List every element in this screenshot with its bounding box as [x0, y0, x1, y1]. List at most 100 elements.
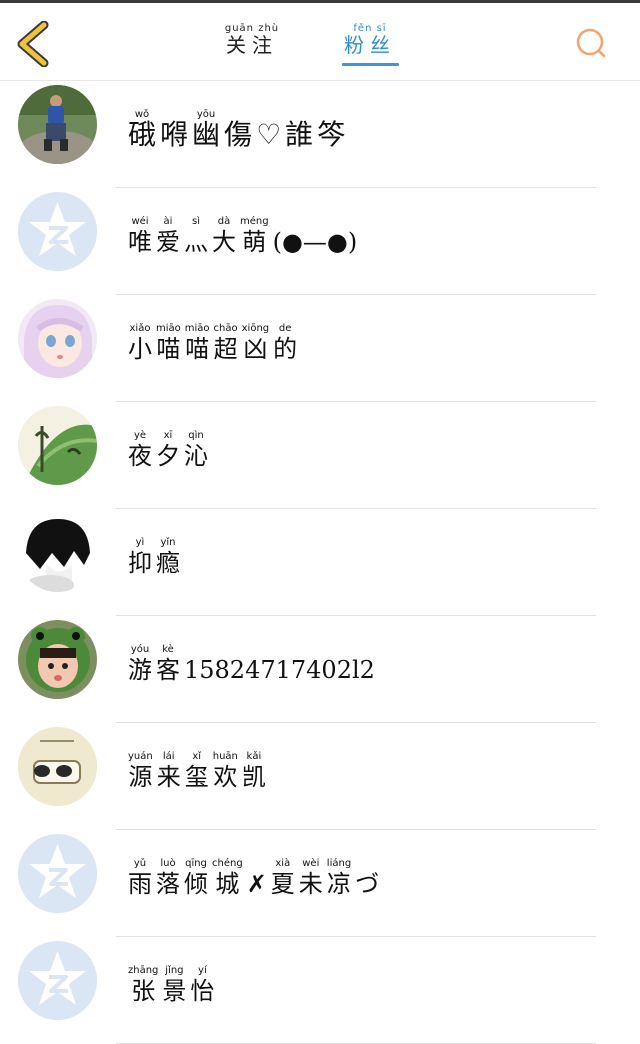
pinyin-annotation: xǐ — [192, 751, 202, 762]
nickname-char: (●—●) — [273, 216, 358, 256]
hanzi-char: 大 — [212, 228, 236, 256]
pinyin-annotation: yí — [198, 965, 207, 976]
fan-row[interactable]: yè 夜 xī 夕 qìn 沁 — [0, 402, 640, 509]
hanzi-char: 倾 — [184, 870, 208, 898]
default-avatar-star-icon — [18, 192, 97, 271]
hanzi-char: 夕 — [156, 442, 180, 470]
avatar[interactable] — [18, 941, 97, 1020]
pinyin-annotation: yǔ — [133, 858, 147, 869]
pinyin-annotation: xià — [275, 858, 291, 869]
fan-row[interactable]: xiǎo 小 miāo 喵 miāo 喵 chāo 超 xiōng 凶 de 的 — [0, 295, 640, 402]
nickname-char: huān 欢 — [213, 751, 238, 791]
hanzi-char: 景 — [162, 977, 187, 1005]
nickname-char: xiōng 凶 — [242, 323, 270, 363]
fan-row[interactable]: wéi 唯 ài 爱 sì 灬 dà 大 méng 萌 (●—●) — [0, 188, 640, 295]
nickname-char: 嘚 — [160, 109, 188, 149]
tab-follow[interactable]: guān zhù 关注 — [222, 23, 282, 65]
avatar[interactable] — [18, 834, 97, 913]
pinyin-annotation: qìn — [188, 430, 204, 441]
nickname-char: liáng 凉 — [327, 858, 351, 898]
avatar[interactable] — [18, 85, 97, 164]
hanzi-char: 源 — [128, 763, 153, 791]
search-button[interactable] — [574, 27, 608, 61]
nickname-char: 笒 — [317, 109, 345, 149]
hanzi-char: 凶 — [243, 335, 268, 363]
fan-row[interactable]: yóu 游 kè 客 15824717402l2 — [0, 616, 640, 723]
fan-row[interactable]: zhāng 张 jǐng 景 yí 怡 — [0, 937, 640, 1044]
hanzi-char: 雨 — [128, 870, 152, 898]
pinyin-annotation: kǎi — [246, 751, 262, 762]
fan-nickname: yì 抑 yǐn 瘾 — [128, 531, 180, 577]
nickname-char: lái 来 — [157, 751, 181, 791]
nickname-char: 15824717402l2 — [184, 644, 375, 684]
hanzi-char: 喵 — [156, 335, 181, 363]
pinyin-annotation: miāo — [156, 323, 181, 334]
nickname-char: qìn 沁 — [184, 430, 208, 470]
hanzi-char: 凉 — [326, 870, 351, 898]
nickname-char: xiǎo 小 — [128, 323, 152, 363]
fan-nickname: zhāng 张 jǐng 景 yí 怡 — [128, 959, 214, 1005]
pinyin-annotation: huān — [212, 751, 238, 762]
back-button[interactable] — [14, 20, 54, 68]
fan-nickname: wéi 唯 ài 爱 sì 灬 dà 大 méng 萌 (●—●) — [128, 210, 357, 256]
hanzi-char: 笒 — [317, 118, 346, 151]
tab-follow-label: 关注 — [226, 33, 278, 57]
hanzi-char: 嘚 — [160, 118, 189, 151]
nickname-char: wéi 唯 — [128, 216, 152, 256]
nickname-char: ài 爱 — [156, 216, 180, 256]
hanzi-char: 沁 — [184, 442, 208, 470]
hanzi-char: 15824717402l2 — [184, 656, 375, 684]
nickname-char: yōu 幽 — [192, 109, 220, 149]
hanzi-char: 来 — [156, 763, 181, 791]
hanzi-char: (●—●) — [272, 228, 358, 256]
pinyin-annotation: dà — [217, 216, 231, 227]
hanzi-char: 未 — [298, 870, 323, 898]
pinyin-annotation: chāo — [213, 323, 238, 334]
pinyin-annotation: yì — [135, 537, 145, 548]
pinyin-annotation: xiǎo — [129, 323, 151, 334]
nickname-char: yǔ 雨 — [128, 858, 152, 898]
hanzi-char: 喵 — [185, 335, 210, 363]
fan-row[interactable]: yuán 源 lái 来 xǐ 玺 huān 欢 kǎi 凯 — [0, 723, 640, 830]
hanzi-char: 傷 — [224, 118, 253, 151]
tab-fans[interactable]: fěn sī 粉丝 — [340, 23, 400, 65]
hanzi-char: 硪 — [128, 118, 157, 151]
fan-nickname: wǒ 硪嘚 yōu 幽傷 ♡ 誰笒 — [128, 103, 345, 149]
avatar[interactable] — [18, 299, 97, 378]
hanzi-char: 落 — [156, 870, 180, 898]
active-tab-indicator — [342, 63, 399, 66]
hanzi-char: ✗ — [246, 870, 267, 898]
avatar[interactable] — [18, 406, 97, 485]
pinyin-annotation: méng — [240, 216, 269, 227]
fan-row[interactable]: yǔ 雨 luò 落 qīng 倾 chéng 城 ✗ xià 夏 wèi 未 liáng 凉づ — [0, 830, 640, 937]
hanzi-char: 灬 — [184, 228, 208, 256]
hanzi-char: 欢 — [213, 763, 238, 791]
nickname-char: méng 萌 — [240, 216, 269, 256]
header-bar: guān zhù 关注 fěn sī 粉丝 — [0, 3, 640, 81]
hanzi-char: 玺 — [184, 763, 209, 791]
hanzi-char: 夜 — [128, 442, 152, 470]
avatar-image — [18, 406, 97, 485]
nickname-char: jǐng 景 — [162, 965, 186, 1005]
fan-row[interactable]: wǒ 硪嘚 yōu 幽傷 ♡ 誰笒 — [0, 81, 640, 188]
avatar[interactable] — [18, 727, 97, 806]
pinyin-annotation: jǐng — [165, 965, 184, 976]
nickname-char: kè 客 — [156, 644, 180, 684]
avatar[interactable] — [18, 513, 97, 592]
pinyin-annotation: xī — [163, 430, 173, 441]
nickname-char: 傷 — [224, 109, 252, 149]
nickname-char: ♡ — [256, 109, 281, 149]
hanzi-char: 抑 — [128, 549, 152, 577]
nickname-char: miāo 喵 — [156, 323, 181, 363]
nickname-char: chāo 超 — [214, 323, 238, 363]
avatar[interactable] — [18, 192, 97, 271]
hanzi-char: 张 — [131, 977, 156, 1005]
hanzi-char: 城 — [215, 870, 240, 898]
nickname-char: wèi 未 — [299, 858, 323, 898]
nickname-char: de 的 — [273, 323, 297, 363]
default-avatar-star-icon — [18, 941, 97, 1020]
avatar[interactable] — [18, 620, 97, 699]
fan-row[interactable]: yì 抑 yǐn 瘾 — [0, 509, 640, 616]
pinyin-annotation: yóu — [130, 644, 150, 655]
chevron-left-icon — [17, 20, 49, 68]
